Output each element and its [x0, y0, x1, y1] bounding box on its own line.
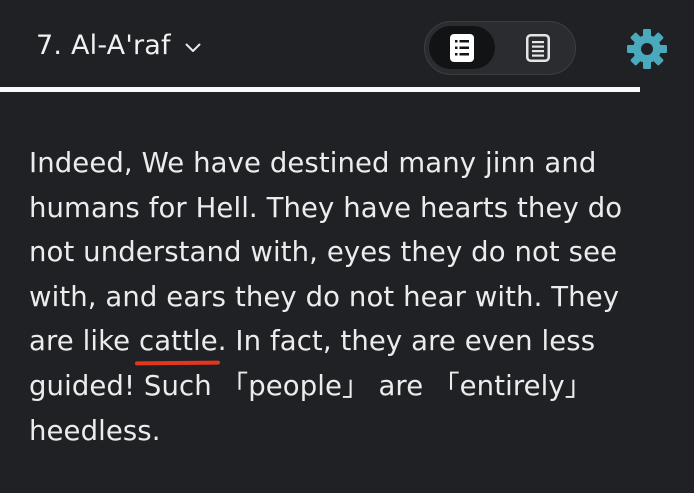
verse-by-verse-mode-button[interactable] — [429, 26, 495, 69]
chevron-down-icon — [185, 43, 201, 52]
surah-selector[interactable]: 7. Al-A'raf — [36, 30, 201, 61]
highlighted-word[interactable]: cattle — [134, 325, 220, 366]
view-mode-toggle — [424, 21, 576, 75]
gear-icon[interactable] — [626, 28, 668, 70]
verse-translation: Indeed, We have destined many jinn and h… — [29, 141, 669, 453]
app-header: 7. Al-A'raf — [0, 0, 694, 92]
page-view-icon — [526, 33, 550, 62]
surah-title: 7. Al-A'raf — [36, 30, 171, 61]
reading-mode-button[interactable] — [505, 26, 571, 69]
header-divider — [0, 87, 640, 92]
list-view-icon — [450, 33, 474, 62]
red-underline-mark — [134, 360, 220, 366]
